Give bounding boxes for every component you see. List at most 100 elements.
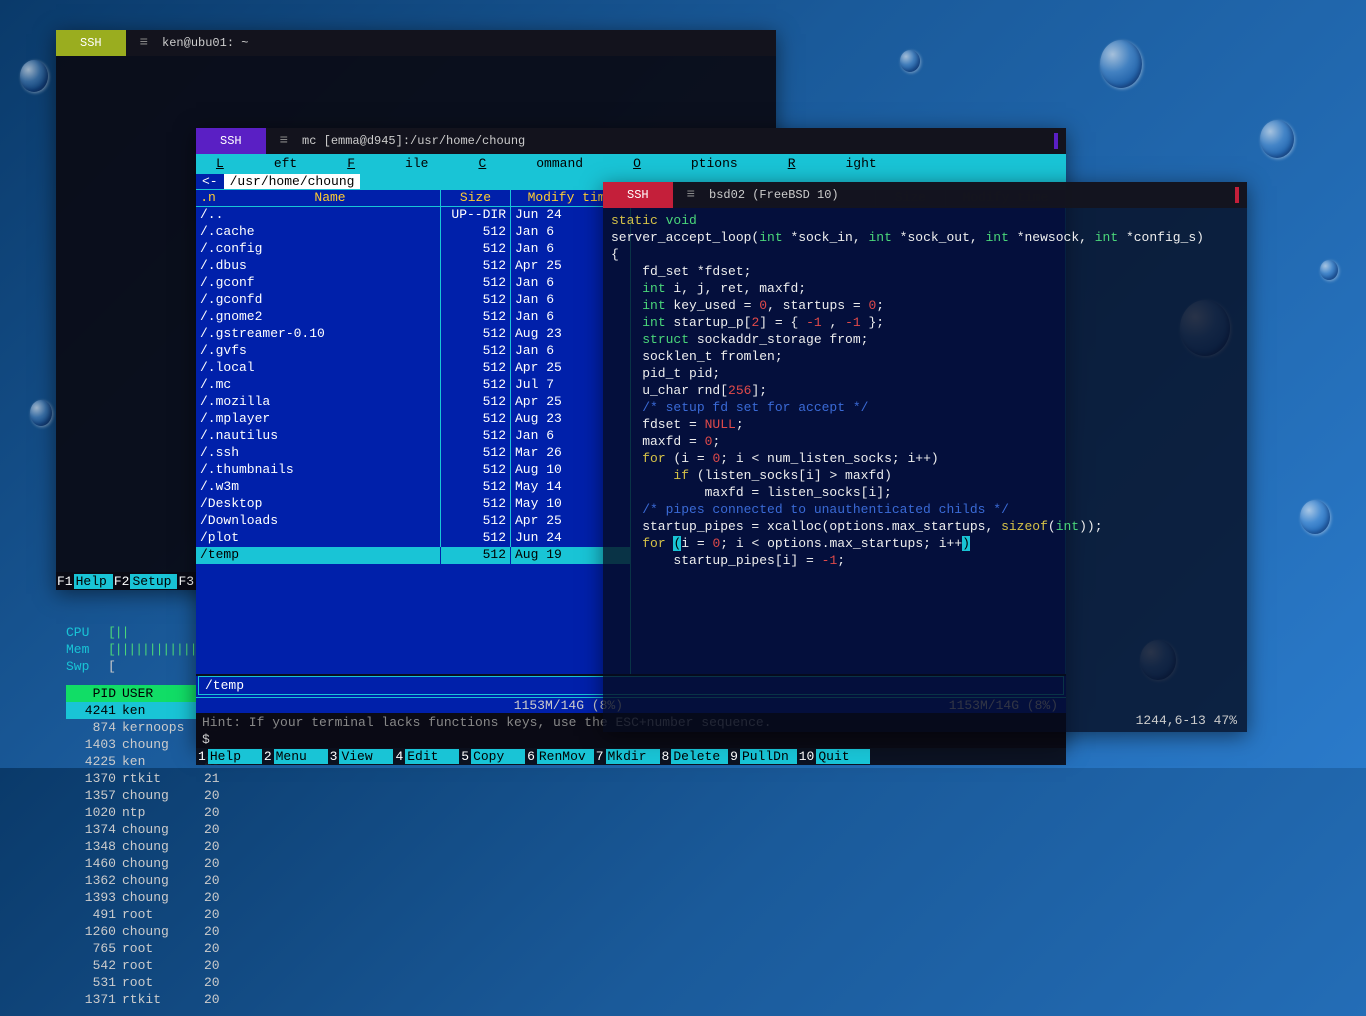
- process-row[interactable]: 531root20: [66, 974, 766, 991]
- mc-menubar[interactable]: Left File Command Options Right: [196, 154, 1066, 172]
- titlebar[interactable]: SSH ≡ bsd02 (FreeBSD 10): [603, 182, 1247, 208]
- file-row[interactable]: /.gconf512Jan 6: [196, 275, 630, 292]
- code-line: /* setup fd set for accept */: [611, 399, 1239, 416]
- code-line: server_accept_loop(int *sock_in, int *so…: [611, 229, 1239, 246]
- window-title: bsd02 (FreeBSD 10): [709, 188, 839, 202]
- file-row[interactable]: /..UP--DIRJun 24: [196, 207, 630, 224]
- menu-file[interactable]: File: [347, 156, 428, 171]
- current-path[interactable]: /usr/home/choung: [224, 174, 361, 189]
- process-row[interactable]: 1020ntp20: [66, 804, 766, 821]
- mem-label: Mem: [66, 642, 108, 657]
- file-row[interactable]: /.dbus512Apr 25: [196, 258, 630, 275]
- code-line: struct sockaddr_storage from;: [611, 331, 1239, 348]
- window-title: ken@ubu01: ~: [162, 36, 248, 50]
- fkey-quit[interactable]: 10Quit: [797, 747, 871, 765]
- file-row[interactable]: /.nautilus512Jan 6: [196, 428, 630, 445]
- code-line: socklen_t fromlen;: [611, 348, 1239, 365]
- col-name[interactable]: Name: [220, 190, 440, 206]
- droplet: [30, 400, 52, 426]
- droplet: [900, 50, 920, 72]
- process-row[interactable]: 765root20: [66, 940, 766, 957]
- file-list[interactable]: /..UP--DIRJun 24/.cache512Jan 6/.config5…: [196, 207, 630, 564]
- fkey-help[interactable]: F1Help: [56, 572, 113, 590]
- fkey-menu[interactable]: 2Menu: [262, 747, 328, 765]
- file-row[interactable]: /.gconfd512Jan 6: [196, 292, 630, 309]
- process-row[interactable]: 1362choung20: [66, 872, 766, 889]
- file-row[interactable]: /temp512Aug 19: [196, 547, 630, 564]
- cpu-label: CPU: [66, 625, 108, 640]
- process-row[interactable]: 1460choung20: [66, 855, 766, 872]
- menu-right[interactable]: Right: [788, 156, 877, 171]
- window-title: mc [emma@d945]:/usr/home/choung: [302, 134, 525, 148]
- process-row[interactable]: 1260choung20: [66, 923, 766, 940]
- code-line: if (listen_socks[i] > maxfd): [611, 467, 1239, 484]
- col-n: .n: [196, 190, 220, 206]
- titlebar[interactable]: SSH ≡ ken@ubu01: ~: [56, 30, 776, 56]
- file-row[interactable]: /.mozilla512Apr 25: [196, 394, 630, 411]
- file-row[interactable]: /.mc512Jul 7: [196, 377, 630, 394]
- window-vim: SSH ≡ bsd02 (FreeBSD 10) static voidserv…: [603, 182, 1247, 732]
- file-row[interactable]: /Downloads512Apr 25: [196, 513, 630, 530]
- process-row[interactable]: 491root20: [66, 906, 766, 923]
- menu-icon[interactable]: ≡: [687, 187, 695, 203]
- code-line: fdset = NULL;: [611, 416, 1239, 433]
- fkey-pulldn[interactable]: 9PullDn: [728, 747, 797, 765]
- fkey-edit[interactable]: 4Edit: [393, 747, 459, 765]
- file-row[interactable]: /.ssh512Mar 26: [196, 445, 630, 462]
- code-line: startup_pipes = xcalloc(options.max_star…: [611, 518, 1239, 535]
- file-row[interactable]: /.thumbnails512Aug 10: [196, 462, 630, 479]
- file-row[interactable]: /.cache512Jan 6: [196, 224, 630, 241]
- file-row[interactable]: /.gvfs512Jan 6: [196, 343, 630, 360]
- mc-left-panel[interactable]: .n Name Size Modify time /..UP--DIRJun 2…: [196, 190, 631, 674]
- back-arrow-icon[interactable]: <-: [196, 174, 224, 189]
- cpu-bar: [||: [108, 625, 128, 640]
- tab-ssh[interactable]: SSH: [196, 128, 266, 154]
- file-row[interactable]: /.config512Jan 6: [196, 241, 630, 258]
- menu-icon[interactable]: ≡: [280, 133, 288, 149]
- menu-command[interactable]: Command: [478, 156, 583, 171]
- process-row[interactable]: 1357choung20: [66, 787, 766, 804]
- file-row[interactable]: /.mplayer512Aug 23: [196, 411, 630, 428]
- file-row[interactable]: /.gnome2512Jan 6: [196, 309, 630, 326]
- menu-options[interactable]: Options: [633, 156, 738, 171]
- mc-fkeys[interactable]: 1Help2Menu3View4Edit5Copy6RenMov7Mkdir8D…: [196, 747, 1066, 765]
- code-line: static void: [611, 212, 1239, 229]
- process-row[interactable]: 1348choung20: [66, 838, 766, 855]
- file-row[interactable]: /.w3m512May 14: [196, 479, 630, 496]
- col-size[interactable]: Size: [440, 190, 510, 206]
- code-line: maxfd = 0;: [611, 433, 1239, 450]
- code-line: maxfd = listen_socks[i];: [611, 484, 1239, 501]
- process-row[interactable]: 1393choung20: [66, 889, 766, 906]
- tab-ssh[interactable]: SSH: [56, 30, 126, 56]
- shell-prompt[interactable]: $: [196, 732, 1066, 747]
- droplet: [1320, 260, 1338, 280]
- process-row[interactable]: 542root20: [66, 957, 766, 974]
- code-line: u_char rnd[256];: [611, 382, 1239, 399]
- menu-left[interactable]: Left: [216, 156, 297, 171]
- fkey-help[interactable]: 1Help: [196, 747, 262, 765]
- fkey-view[interactable]: 3View: [328, 747, 394, 765]
- file-row[interactable]: /.local512Apr 25: [196, 360, 630, 377]
- process-row[interactable]: 1371rtkit20: [66, 991, 766, 1008]
- code-line: int startup_p[2] = { -1 , -1 };: [611, 314, 1239, 331]
- process-row[interactable]: 1370rtkit21: [66, 770, 766, 787]
- file-row[interactable]: /plot512Jun 24: [196, 530, 630, 547]
- fkey-delete[interactable]: 8Delete: [660, 747, 729, 765]
- stripe: [1235, 187, 1239, 203]
- fkey-renmov[interactable]: 6RenMov: [525, 747, 594, 765]
- stripe: [1054, 133, 1058, 149]
- file-row[interactable]: /Desktop512May 10: [196, 496, 630, 513]
- droplet: [20, 60, 48, 92]
- tab-ssh[interactable]: SSH: [603, 182, 673, 208]
- col-user[interactable]: USER: [122, 686, 204, 701]
- panel-header: .n Name Size Modify time: [196, 190, 630, 207]
- fkey-mkdir[interactable]: 7Mkdir: [594, 747, 660, 765]
- fkey-copy[interactable]: 5Copy: [459, 747, 525, 765]
- process-row[interactable]: 1374choung20: [66, 821, 766, 838]
- col-pid[interactable]: PID: [68, 686, 122, 701]
- titlebar[interactable]: SSH ≡ mc [emma@d945]:/usr/home/choung: [196, 128, 1066, 154]
- code-editor[interactable]: static voidserver_accept_loop(int *sock_…: [603, 208, 1247, 573]
- file-row[interactable]: /.gstreamer-0.10512Aug 23: [196, 326, 630, 343]
- fkey-setup[interactable]: F2Setup: [113, 572, 178, 590]
- menu-icon[interactable]: ≡: [140, 35, 148, 51]
